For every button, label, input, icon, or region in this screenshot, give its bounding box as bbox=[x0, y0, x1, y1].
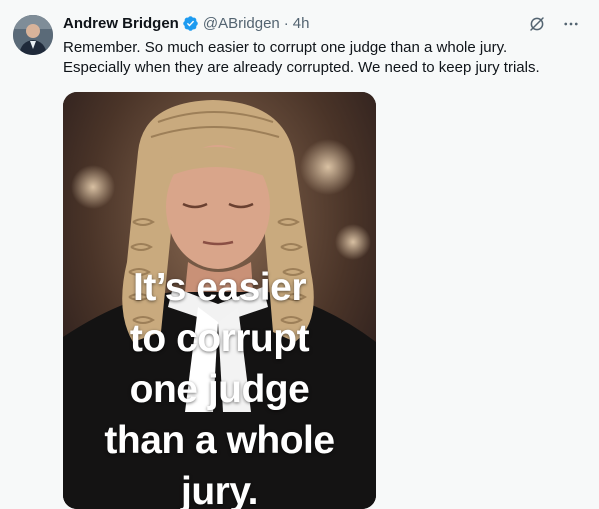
verified-badge-icon[interactable] bbox=[182, 15, 199, 32]
image-caption-line: jury. bbox=[181, 470, 258, 509]
timestamp[interactable]: 4h bbox=[293, 15, 310, 32]
author-name[interactable]: Andrew Bridgen bbox=[63, 15, 179, 32]
image-caption-line: to corrupt bbox=[129, 317, 310, 360]
author-handle[interactable]: @ABridgen bbox=[203, 15, 280, 32]
tweet-header: Andrew Bridgen @ABridgen · 4h bbox=[63, 15, 309, 32]
avatar[interactable] bbox=[13, 15, 53, 55]
image-caption-line: one judge bbox=[129, 368, 310, 411]
image-caption: It’s easier to corrupt one judge than a … bbox=[63, 262, 376, 509]
image-caption-line: than a whole bbox=[104, 419, 335, 462]
tweet-actions bbox=[527, 14, 581, 34]
tweet-text-line: Especially when they are already corrupt… bbox=[63, 59, 540, 76]
separator-dot: · bbox=[283, 15, 289, 32]
grok-icon[interactable] bbox=[527, 14, 547, 34]
tweet-text: Remember. So much easier to corrupt one … bbox=[63, 38, 583, 78]
image-caption-line: It’s easier bbox=[132, 266, 307, 309]
tweet[interactable]: Andrew Bridgen @ABridgen · 4h Remember. … bbox=[0, 0, 599, 509]
tweet-media-image[interactable]: It’s easier to corrupt one judge than a … bbox=[63, 92, 376, 509]
more-options-icon[interactable] bbox=[561, 14, 581, 34]
tweet-text-line: Remember. So much easier to corrupt one … bbox=[63, 39, 508, 56]
